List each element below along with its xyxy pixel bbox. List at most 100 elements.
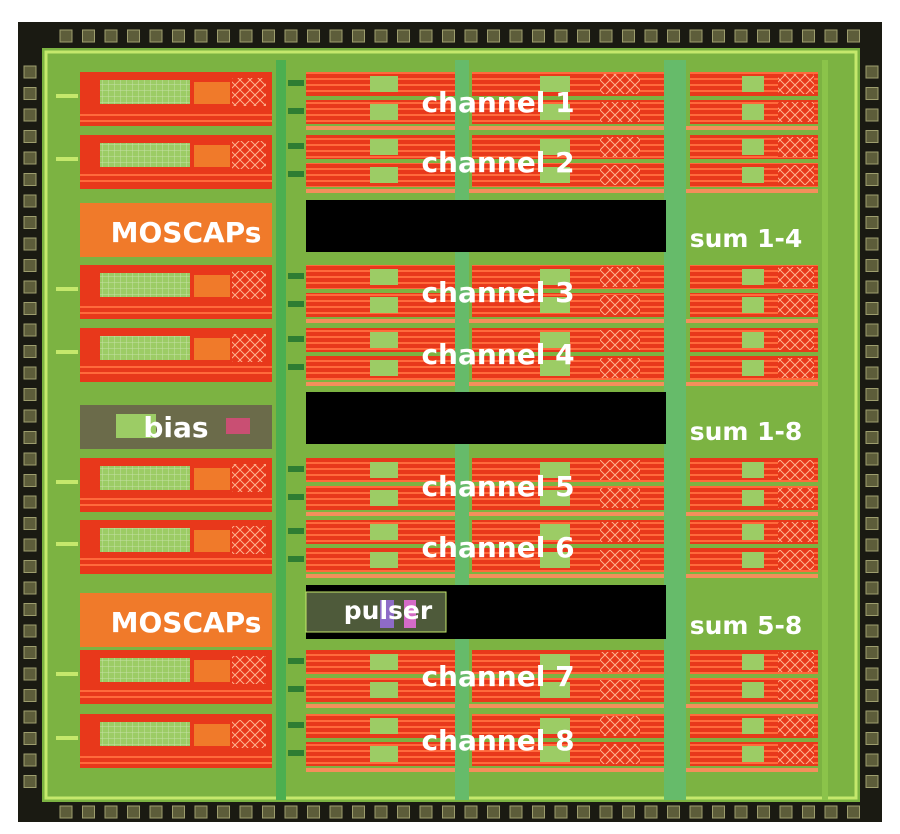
- bond-pad: [329, 29, 343, 43]
- transistor-green: [742, 104, 764, 120]
- transistor-green: [370, 654, 398, 670]
- bond-pad: [622, 29, 635, 43]
- crosshatch-cell: [600, 295, 640, 315]
- transistor-green: [742, 524, 764, 540]
- transistor-green: [742, 269, 764, 285]
- bond-pad: [622, 805, 635, 819]
- transistor-green: [370, 682, 398, 698]
- bond-pad: [239, 805, 253, 819]
- bond-pad: [59, 805, 73, 819]
- row-rail: [306, 574, 818, 578]
- transistor-green: [742, 76, 764, 92]
- bond-pad: [23, 302, 37, 315]
- transistor-green: [370, 718, 398, 734]
- bond-pad: [532, 29, 545, 43]
- bond-pad: [532, 805, 545, 819]
- crosshatch-cell: [232, 526, 266, 554]
- row-rail: [306, 512, 818, 516]
- bond-pad: [374, 29, 388, 43]
- bond-pad: [734, 805, 748, 819]
- bond-pad: [847, 29, 860, 43]
- bond-pad: [127, 805, 140, 819]
- wire-stub: [288, 364, 304, 370]
- bond-pad: [554, 805, 568, 819]
- transistor-green: [370, 462, 398, 478]
- row-rail: [306, 319, 818, 323]
- bond-pad: [23, 345, 37, 358]
- bus-bar-1: [276, 60, 286, 800]
- crosshatch-cell: [232, 334, 266, 362]
- bond-pad: [23, 495, 37, 509]
- bond-pad: [802, 29, 815, 43]
- moscaps-bottom-label: MOSCAPs: [111, 606, 262, 639]
- transistor-green: [742, 682, 764, 698]
- bond-pad: [307, 29, 320, 43]
- bond-pad: [865, 216, 879, 229]
- crosshatch-cell: [232, 656, 266, 684]
- bond-pad: [23, 151, 37, 165]
- bond-pad: [824, 805, 838, 819]
- bond-pad: [865, 173, 879, 186]
- bond-pad: [23, 560, 37, 573]
- crosshatch-cell: [778, 652, 814, 672]
- transistor-green: [742, 297, 764, 313]
- bond-pad: [23, 130, 37, 143]
- capacitor-array: [100, 528, 190, 552]
- bond-pad: [865, 108, 879, 122]
- crosshatch-cell: [778, 137, 814, 157]
- orange-cell: [194, 724, 230, 746]
- bond-pad: [217, 805, 230, 819]
- bond-pad: [865, 538, 879, 552]
- resistor-bank: [80, 173, 272, 185]
- chip-layout: channel 1 channel 2 channel 3 channel 4 …: [18, 22, 882, 822]
- bond-pad: [865, 87, 879, 100]
- bond-pad: [419, 29, 433, 43]
- bond-pad: [374, 805, 388, 819]
- crosshatch-cell: [778, 295, 814, 315]
- bond-pad: [865, 581, 879, 595]
- row-rail: [306, 189, 818, 193]
- bond-pad: [865, 560, 879, 573]
- wire-stub: [288, 494, 304, 500]
- bond-pad: [23, 581, 37, 595]
- resistor-bank: [80, 303, 272, 315]
- bond-pad: [865, 151, 879, 165]
- transistor-green: [742, 167, 764, 183]
- input-wire: [56, 94, 78, 98]
- bond-pad: [23, 517, 37, 530]
- bond-pad: [689, 805, 703, 819]
- transistor-green: [370, 167, 398, 183]
- bond-pad: [865, 302, 879, 315]
- bond-pad: [194, 805, 208, 819]
- input-wire: [56, 157, 78, 161]
- capacitor-array: [100, 658, 190, 682]
- bond-pad: [865, 775, 879, 788]
- bond-pad: [397, 805, 410, 819]
- bond-pad: [442, 805, 455, 819]
- bond-pad: [757, 805, 770, 819]
- wire-stub: [288, 750, 304, 756]
- bond-pad: [865, 280, 879, 294]
- orange-cell: [194, 530, 230, 552]
- transistor-green: [370, 76, 398, 92]
- crosshatch-cell: [600, 488, 640, 508]
- bond-pad: [23, 452, 37, 466]
- bond-pad: [865, 65, 879, 79]
- wire-stub: [288, 80, 304, 86]
- bond-pad: [23, 409, 37, 423]
- bond-pad: [23, 87, 37, 100]
- crosshatch-cell: [778, 680, 814, 700]
- bond-pad: [734, 29, 748, 43]
- bond-pad: [442, 29, 455, 43]
- bond-pad: [104, 29, 118, 43]
- bond-pad: [419, 805, 433, 819]
- bond-pad: [865, 646, 879, 659]
- crosshatch-cell: [600, 165, 640, 185]
- transistor-green: [742, 332, 764, 348]
- wire-stub: [288, 171, 304, 177]
- capacitor-array: [100, 80, 190, 104]
- bond-pad: [577, 29, 590, 43]
- channel-2-label: channel 2: [421, 146, 574, 179]
- capacitor-array: [100, 273, 190, 297]
- wire-stub: [288, 108, 304, 114]
